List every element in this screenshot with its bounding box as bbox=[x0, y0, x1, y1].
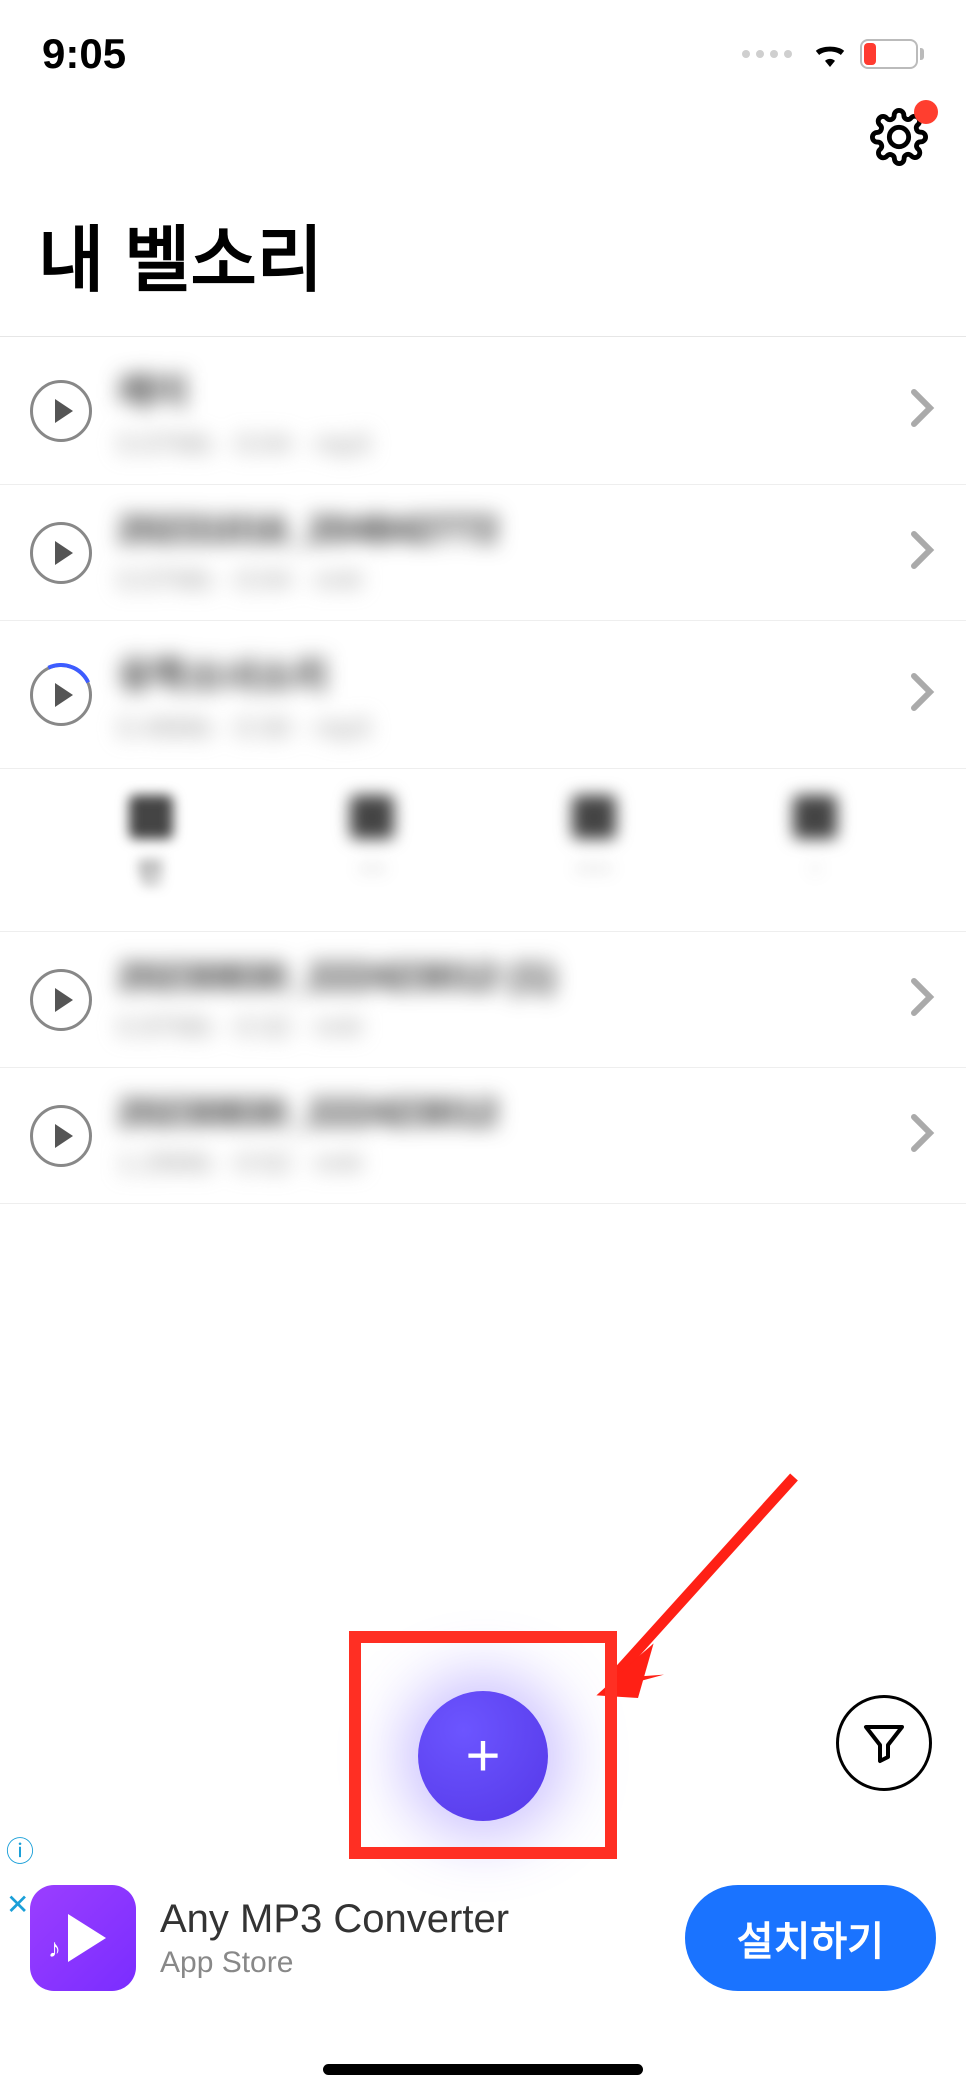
battery-icon: 11 bbox=[860, 39, 924, 69]
item-info: 20230830_222423012 (1) 0.97Mb · 0:32 · m… bbox=[118, 956, 882, 1043]
play-button[interactable] bbox=[30, 664, 92, 726]
home-indicator[interactable] bbox=[323, 2064, 643, 2075]
play-button[interactable] bbox=[30, 522, 92, 584]
chevron-right-icon bbox=[908, 672, 936, 717]
tab-icon bbox=[572, 795, 616, 839]
ad-title: Any MP3 Converter bbox=[160, 1897, 661, 1942]
list-item[interactable]: 20230830_222423012 (1) 0.97Mb · 0:32 · m… bbox=[0, 932, 966, 1068]
item-title: 20230830_222423012 bbox=[118, 1092, 882, 1135]
fab-area: + bbox=[0, 1691, 966, 1821]
add-button[interactable]: + bbox=[418, 1691, 548, 1821]
ad-text: Any MP3 Converter App Store bbox=[160, 1897, 661, 1980]
notification-badge bbox=[914, 100, 938, 124]
cellular-dots-icon bbox=[742, 50, 792, 58]
item-info: 20231016_204842772 0.07Mb · 0:04 · m4r bbox=[118, 509, 882, 596]
ringtone-list: 레이 0.07Mb · 0:04 · mp3 20231016_20484277… bbox=[0, 336, 966, 1204]
item-meta: 0.07Mb · 0:04 · mp3 bbox=[118, 428, 882, 460]
tab-item[interactable]: 민 bbox=[129, 795, 173, 891]
annotation-arrow bbox=[560, 1451, 820, 1716]
tab-item[interactable]: · bbox=[793, 795, 837, 891]
list-item[interactable]: 유학소녀소리 0.49Mb · 0:30 · mp3 bbox=[0, 621, 966, 769]
settings-button[interactable] bbox=[870, 108, 928, 171]
funnel-icon bbox=[860, 1719, 908, 1767]
tab-label: ···· bbox=[575, 851, 612, 883]
tab-icon bbox=[129, 795, 173, 839]
tab-row: 민 ··· ···· · bbox=[0, 769, 966, 932]
page-title: 내 벨소리 bbox=[0, 171, 966, 336]
wifi-icon bbox=[810, 37, 850, 72]
item-info: 레이 0.07Mb · 0:04 · mp3 bbox=[118, 361, 882, 460]
list-item[interactable]: 20230830_222423012 1.29Mb · 0:52 · m4r bbox=[0, 1068, 966, 1204]
item-meta: 0.97Mb · 0:32 · m4r bbox=[118, 1011, 882, 1043]
ad-subtitle: App Store bbox=[160, 1946, 661, 1980]
item-title: 유학소녀소리 bbox=[118, 645, 882, 700]
item-info: 20230830_222423012 1.29Mb · 0:52 · m4r bbox=[118, 1092, 882, 1179]
list-item[interactable]: 20231016_204842772 0.07Mb · 0:04 · m4r bbox=[0, 485, 966, 621]
ad-app-icon: ♪ bbox=[30, 1885, 136, 1991]
plus-icon: + bbox=[465, 1726, 500, 1786]
filter-button[interactable] bbox=[836, 1695, 932, 1791]
list-item[interactable]: 레이 0.07Mb · 0:04 · mp3 bbox=[0, 337, 966, 485]
play-icon bbox=[55, 683, 73, 707]
item-meta: 0.49Mb · 0:30 · mp3 bbox=[118, 712, 882, 744]
play-button[interactable] bbox=[30, 380, 92, 442]
tab-item[interactable]: ···· bbox=[572, 795, 616, 891]
item-meta: 0.07Mb · 0:04 · m4r bbox=[118, 564, 882, 596]
play-icon bbox=[55, 541, 73, 565]
tab-label: · bbox=[811, 851, 820, 883]
ad-install-button[interactable]: 설치하기 bbox=[685, 1885, 936, 1991]
status-time: 9:05 bbox=[42, 30, 126, 78]
tab-label: ··· bbox=[358, 851, 386, 883]
chevron-right-icon bbox=[908, 1113, 936, 1158]
tab-item[interactable]: ··· bbox=[350, 795, 394, 891]
item-title: 레이 bbox=[118, 361, 882, 416]
play-icon bbox=[55, 988, 73, 1012]
play-icon bbox=[55, 1124, 73, 1148]
toolbar bbox=[0, 90, 966, 171]
chevron-right-icon bbox=[908, 530, 936, 575]
ad-banner[interactable]: ⓘ ✕ ♪ Any MP3 Converter App Store 설치하기 bbox=[0, 1885, 966, 1991]
status-bar: 9:05 11 bbox=[0, 0, 966, 90]
play-icon bbox=[55, 399, 73, 423]
play-button[interactable] bbox=[30, 1105, 92, 1167]
battery-percent: 11 bbox=[879, 44, 898, 65]
item-meta: 1.29Mb · 0:52 · m4r bbox=[118, 1147, 882, 1179]
item-title: 20230830_222423012 (1) bbox=[118, 956, 882, 999]
item-info: 유학소녀소리 0.49Mb · 0:30 · mp3 bbox=[118, 645, 882, 744]
chevron-right-icon bbox=[908, 977, 936, 1022]
tab-icon bbox=[350, 795, 394, 839]
tab-icon bbox=[793, 795, 837, 839]
item-title: 20231016_204842772 bbox=[118, 509, 882, 552]
play-button[interactable] bbox=[30, 969, 92, 1031]
tab-label: 민 bbox=[138, 851, 164, 891]
chevron-right-icon bbox=[908, 388, 936, 433]
status-right: 11 bbox=[742, 37, 924, 72]
ad-info-icon[interactable]: ⓘ bbox=[6, 1830, 34, 1870]
